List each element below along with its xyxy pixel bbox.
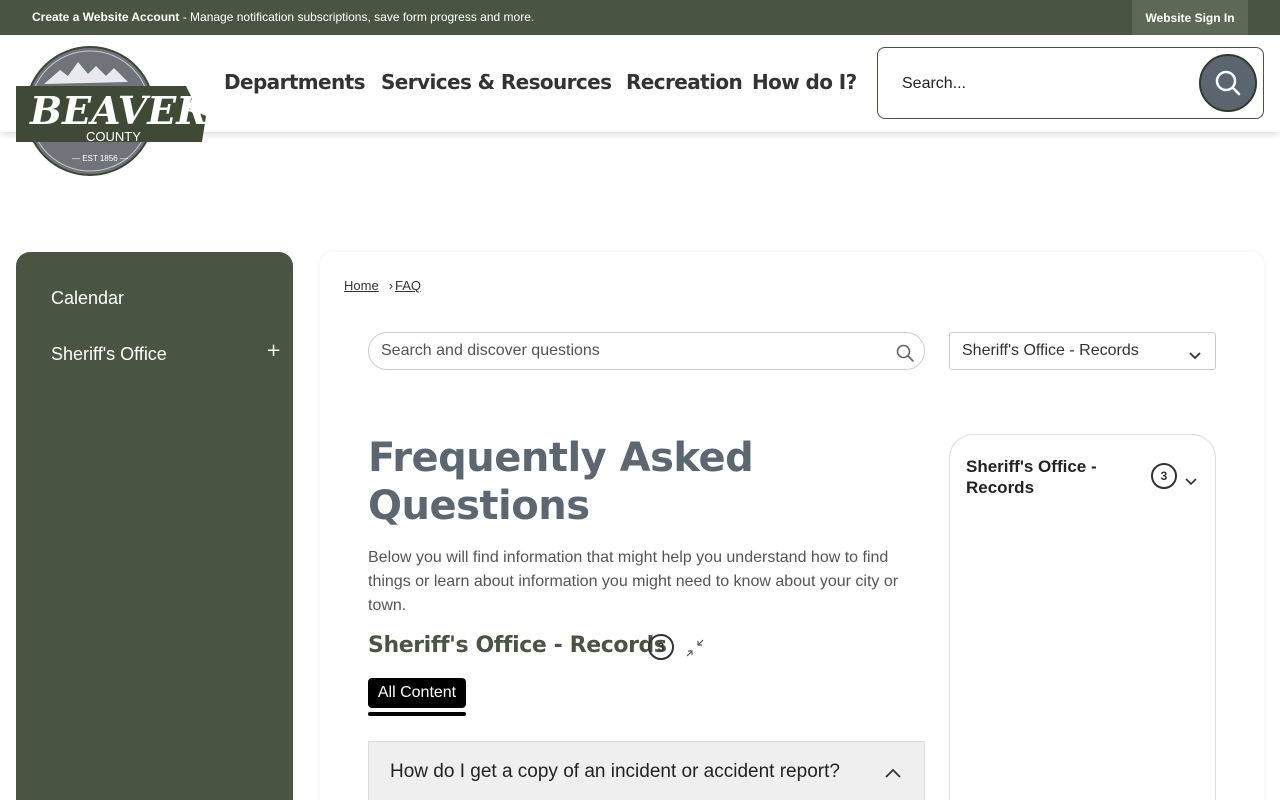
- category-select[interactable]: Sheriff's Office - Records: [949, 332, 1216, 370]
- category-panel: Sheriff's Office - Records 3: [949, 434, 1216, 800]
- chevron-up-icon: [884, 764, 902, 783]
- account-description: - Manage notification subscriptions, sav…: [179, 10, 535, 24]
- site-search: [877, 47, 1264, 119]
- search-icon: [1215, 70, 1241, 96]
- breadcrumb: Home › FAQ: [344, 278, 421, 293]
- sidebar: Calendar Sheriff's Office +: [16, 252, 293, 800]
- breadcrumb-faq[interactable]: FAQ: [395, 278, 421, 293]
- sidebar-item-calendar[interactable]: Calendar: [51, 288, 124, 309]
- county-logo[interactable]: BEAVER COUNTY — EST 1856 —: [16, 46, 208, 178]
- section-heading: Sheriff's Office - Records: [368, 633, 667, 658]
- logo-subtitle: COUNTY: [86, 129, 141, 144]
- tab-all-content[interactable]: All Content: [368, 678, 466, 708]
- logo-wordmark: BEAVER: [29, 88, 208, 133]
- search-icon[interactable]: [895, 343, 915, 367]
- nav-recreation[interactable]: Recreation: [626, 70, 743, 98]
- page-title: Frequently Asked Questions: [368, 435, 754, 529]
- section-count-badge: 3: [648, 634, 674, 660]
- nav-services-resources[interactable]: Services & Resources: [381, 70, 612, 98]
- page-intro: Below you will find information that mig…: [368, 549, 899, 614]
- nav-how-do-i[interactable]: How do I?: [752, 70, 857, 98]
- utility-bar: Create a Website Account - Manage notifi…: [0, 0, 1280, 35]
- chevron-down-icon[interactable]: [1184, 472, 1198, 491]
- sidebar-expand-icon[interactable]: +: [266, 340, 281, 361]
- faq-search: [368, 332, 925, 370]
- faq-search-input[interactable]: [381, 341, 881, 361]
- faq-question-item[interactable]: How do I get a copy of an incident or ac…: [368, 741, 925, 800]
- category-count-badge: 3: [1151, 463, 1177, 489]
- create-account-link[interactable]: Create a Website Account: [32, 10, 179, 24]
- active-tab-indicator: [368, 712, 466, 716]
- site-search-input[interactable]: [902, 72, 1182, 96]
- sidebar-item-sheriffs-office[interactable]: Sheriff's Office: [51, 344, 167, 365]
- breadcrumb-home[interactable]: Home: [344, 278, 379, 293]
- logo-established: — EST 1856 —: [72, 154, 128, 163]
- category-select-value: Sheriff's Office - Records: [962, 342, 1139, 359]
- account-message: Create a Website Account - Manage notifi…: [32, 10, 534, 24]
- nav-departments[interactable]: Departments: [224, 70, 366, 98]
- site-search-button[interactable]: [1199, 54, 1257, 112]
- logo-emblem: BEAVER COUNTY — EST 1856 —: [16, 46, 208, 176]
- website-sign-in-button[interactable]: Website Sign In: [1132, 0, 1248, 35]
- chevron-down-icon: [1188, 346, 1202, 365]
- collapse-icon[interactable]: [686, 639, 704, 661]
- category-panel-title[interactable]: Sheriff's Office - Records: [966, 456, 1136, 498]
- breadcrumb-separator: ›: [388, 278, 394, 293]
- faq-question-text: How do I get a copy of an incident or ac…: [390, 761, 840, 782]
